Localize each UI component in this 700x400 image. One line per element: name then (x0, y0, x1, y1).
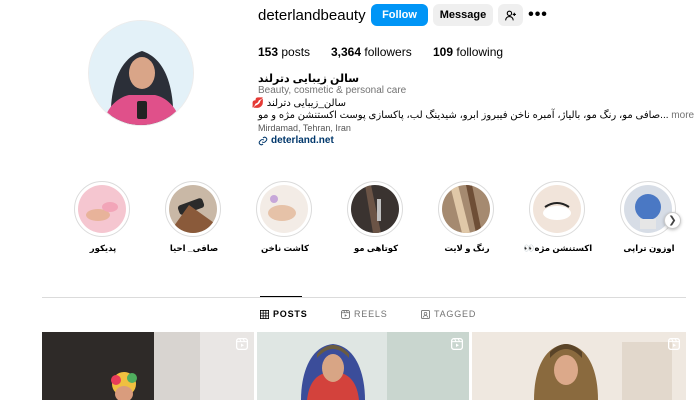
bio-name: سالن زیبایی دترلند (258, 73, 360, 85)
post-thumbnail[interactable] (472, 332, 686, 400)
posts-count: 153 posts (258, 45, 311, 59)
post-image (472, 332, 686, 400)
post-thumbnail[interactable] (42, 332, 254, 400)
post-image (257, 332, 469, 400)
highlight-item[interactable]: کوتاهی مو (347, 181, 405, 254)
tab-posts[interactable]: POSTS (260, 309, 308, 319)
add-user-icon (505, 10, 516, 20)
followers-count[interactable]: 3,364 followers (331, 45, 412, 59)
active-tab-indicator (260, 296, 302, 297)
bio-line-1: سالن_زیبایی دترلند 💋 (251, 98, 346, 109)
tab-reels[interactable]: REELS (341, 309, 388, 319)
post-thumbnail[interactable] (257, 332, 469, 400)
highlight-label: کاشت ناخن (260, 243, 309, 253)
reel-badge-icon (668, 338, 680, 350)
highlight-item[interactable]: اکستنشن مژه👀 (524, 181, 592, 254)
highlight-label: صافی_ احیا (169, 243, 219, 253)
highlight-thumbnail (351, 185, 399, 233)
highlight-thumbnail (169, 185, 217, 233)
bio-more-link[interactable]: more (671, 110, 694, 121)
highlight-label: اکستنشن مژه👀 (523, 243, 593, 253)
highlights-next-button[interactable]: ❯ (664, 212, 681, 229)
highlight-thumbnail (533, 185, 581, 233)
highlight-item[interactable]: کاشت ناخن (256, 181, 314, 254)
link-icon (258, 136, 268, 145)
post-image (42, 332, 254, 400)
highlight-label: پدیکور (89, 243, 117, 253)
reels-icon (341, 309, 350, 319)
suggest-similar-button[interactable] (498, 4, 523, 26)
follow-button[interactable]: Follow (371, 4, 428, 26)
reel-badge-icon (236, 338, 248, 350)
reel-badge-icon (451, 338, 463, 350)
profile-username: deterlandbeauty (258, 7, 366, 24)
highlight-thumbnail (442, 185, 490, 233)
highlight-thumbnail (260, 185, 308, 233)
following-count[interactable]: 109 following (433, 45, 503, 59)
tabs-divider (42, 297, 686, 298)
highlight-label: اوزون تراپی (623, 243, 675, 253)
message-button[interactable]: Message (433, 4, 493, 26)
bio-text: ...صافی مو، رنگ مو، بالیاژ، آمبره ناخن ف… (258, 110, 669, 121)
bio-line-2: ...صافی مو، رنگ مو، بالیاژ، آمبره ناخن ف… (258, 110, 694, 121)
tab-tagged[interactable]: TAGGED (421, 309, 476, 319)
grid-icon (260, 309, 269, 319)
highlight-thumbnail (624, 185, 672, 233)
avatar-image (89, 21, 193, 125)
more-options-icon[interactable]: ••• (528, 6, 548, 24)
bio-category: Beauty, cosmetic & personal care (258, 85, 407, 96)
highlight-item[interactable]: صافی_ احیا (165, 181, 223, 254)
bio-website-link[interactable]: deterland.net (258, 135, 334, 146)
highlight-item[interactable]: رنگ و لایت (438, 181, 496, 254)
highlight-label: رنگ و لایت (444, 243, 490, 253)
profile-avatar[interactable] (88, 20, 194, 126)
highlight-thumbnail (78, 185, 126, 233)
highlight-item[interactable]: پدیکور (74, 181, 132, 254)
highlight-label: کوتاهی مو (353, 243, 399, 253)
chevron-right-icon: ❯ (668, 215, 677, 226)
tagged-icon (421, 309, 430, 319)
bio-location: Mirdamad, Tehran, Iran (258, 123, 351, 133)
